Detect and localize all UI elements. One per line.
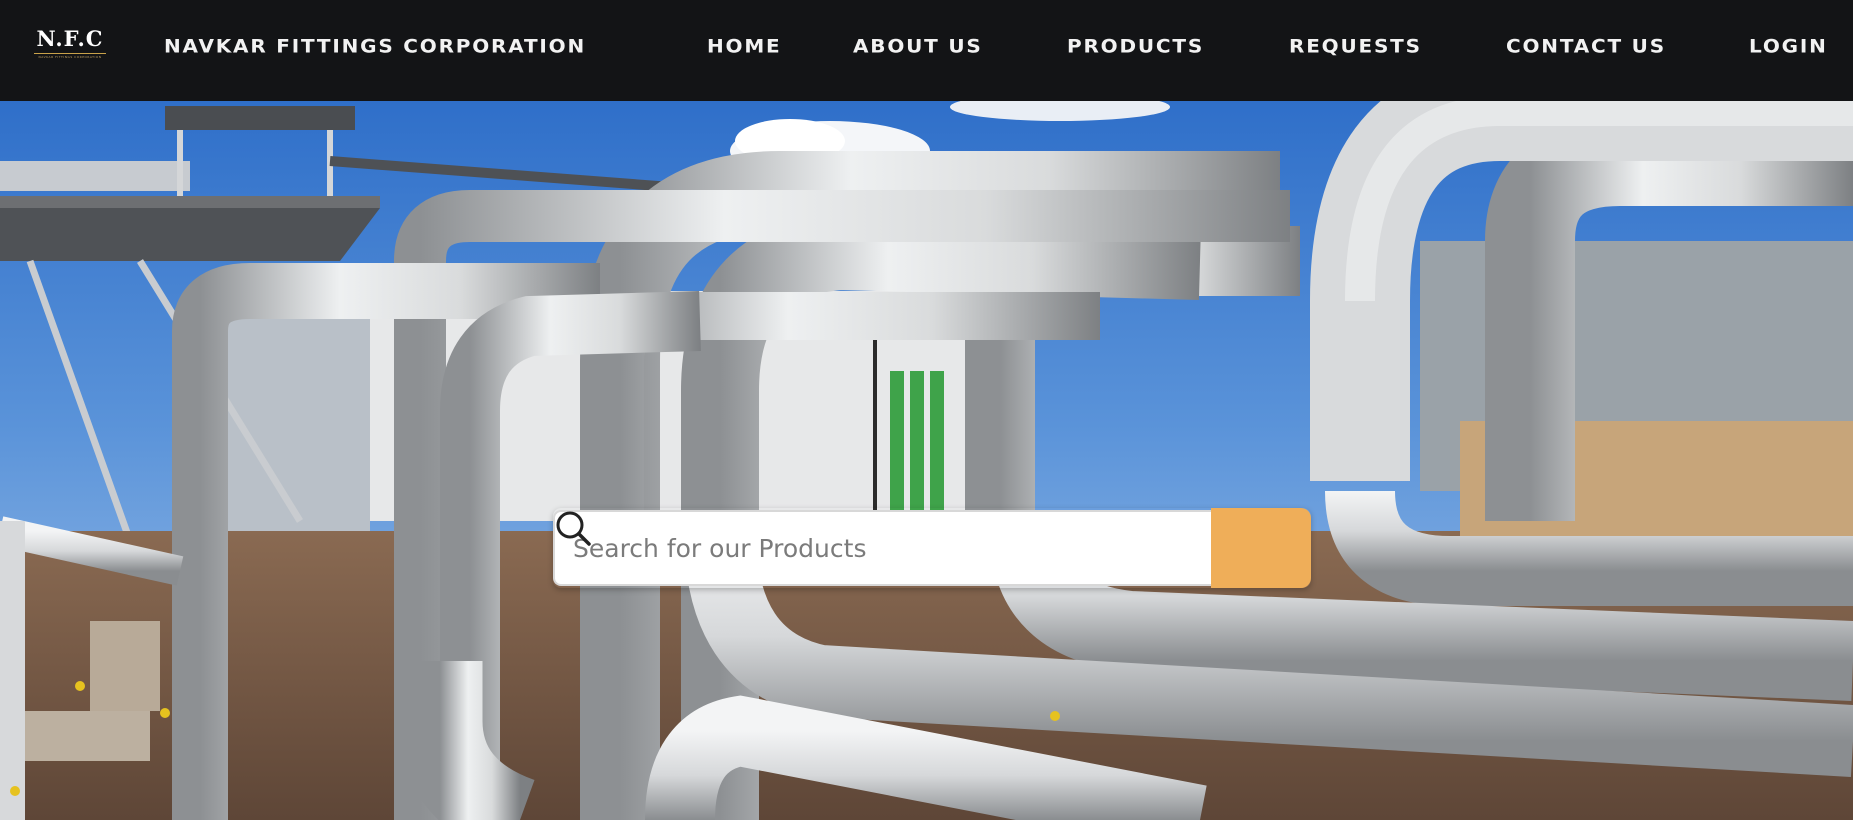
nav-login[interactable]: Login: [1749, 35, 1828, 57]
top-navbar: N.F.C NAVKAR FITTINGS CORPORATION Navkar…: [0, 0, 1853, 101]
nav-requests[interactable]: Requests: [1289, 35, 1422, 57]
brand-logo[interactable]: N.F.C NAVKAR FITTINGS CORPORATION: [30, 28, 110, 68]
search-button[interactable]: [556, 508, 1311, 588]
logo-underline: [34, 53, 106, 54]
nav-contact-us[interactable]: Contact Us: [1506, 35, 1666, 57]
search-icon: [556, 511, 591, 546]
logo-mark: N.F.C: [36, 26, 104, 51]
brand-name-link[interactable]: Navkar Fittings Corporation: [164, 35, 586, 57]
product-search-bar: [553, 508, 1311, 588]
nav-about-us[interactable]: About Us: [853, 35, 983, 57]
hero-pipeline-image: [0, 101, 1853, 820]
nav-products[interactable]: Products: [1067, 35, 1204, 57]
nav-home[interactable]: Home: [707, 35, 782, 57]
hero-banner: [0, 101, 1853, 820]
search-input[interactable]: [553, 510, 1211, 586]
logo-subtext: NAVKAR FITTINGS CORPORATION: [38, 55, 102, 59]
